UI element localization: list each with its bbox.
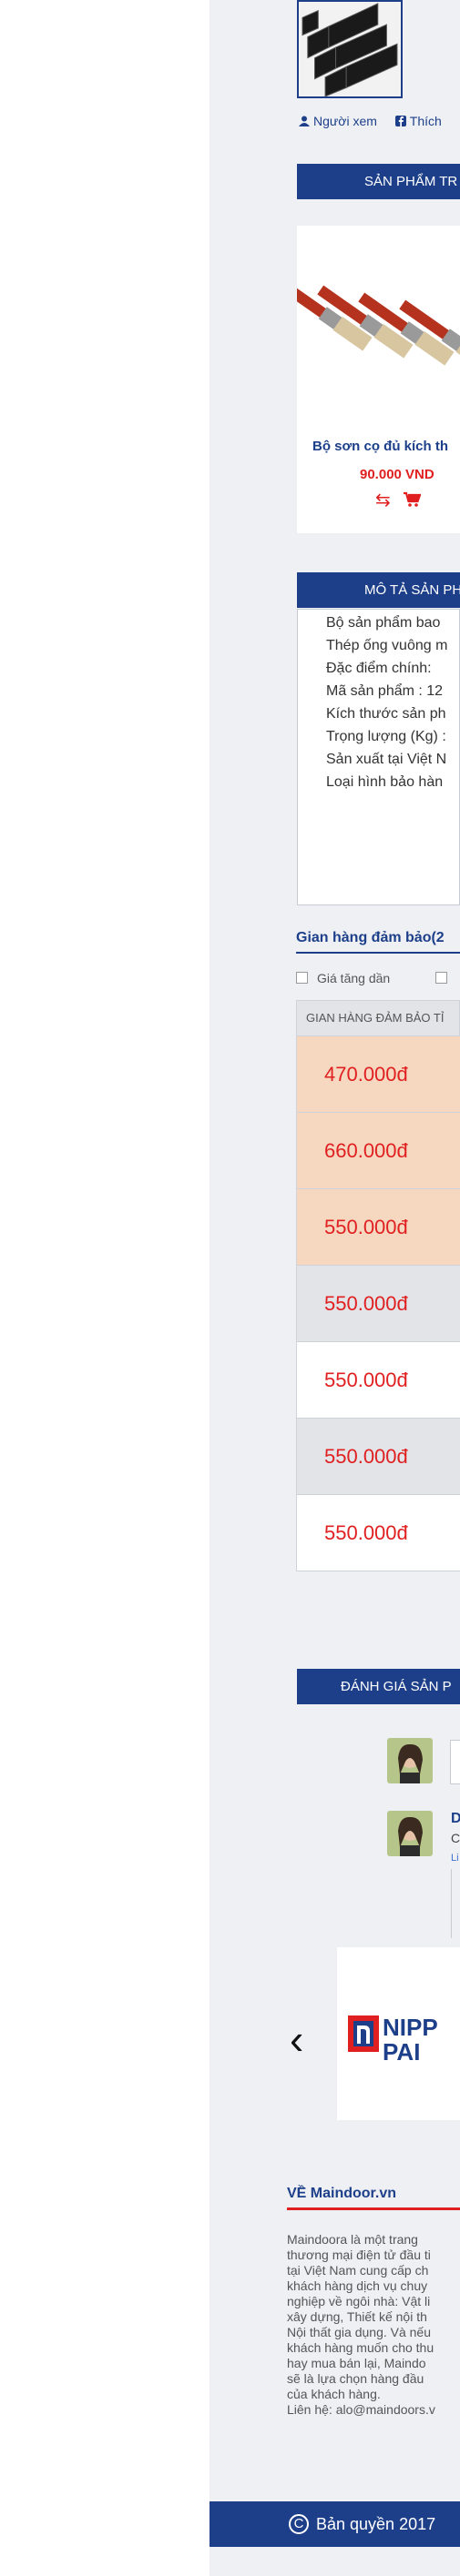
copyright-text: Bản quyền 2017	[316, 2515, 436, 2533]
description-line: Thép ống vuông m	[326, 638, 448, 653]
table-row[interactable]: 550.000đ	[296, 1495, 460, 1571]
commenter-avatar	[387, 1811, 433, 1856]
viewers-item: Người xem	[299, 114, 381, 128]
avatar	[387, 1738, 433, 1783]
user-icon	[299, 116, 310, 126]
table-row[interactable]: 550.000đ	[296, 1189, 460, 1266]
nippon-paint-logo: NIPP PAI	[348, 2014, 438, 2066]
description-header: MÔ TẢ SẢN PH	[297, 572, 460, 608]
comment-text: C	[451, 1831, 460, 1845]
sort-ascending[interactable]: Giá tăng dần	[296, 971, 390, 985]
table-row[interactable]: 550.000đ	[296, 1419, 460, 1495]
table-row[interactable]: 550.000đ	[296, 1266, 460, 1342]
carousel-prev-icon[interactable]: ‹	[290, 2018, 303, 2060]
comment-thread-line	[451, 1869, 452, 1938]
partner-logo[interactable]: NIPP PAI	[337, 1947, 460, 2120]
product-actions: ⇆	[375, 489, 422, 511]
table-row[interactable]: 550.000đ	[296, 1342, 460, 1419]
copyright-bar: C Bản quyền 2017	[210, 2501, 460, 2547]
footer-underline	[287, 2207, 460, 2210]
footer-about: Maindoora là một trang thương mại điện t…	[287, 2232, 435, 2417]
brand-line2: PAI	[383, 2038, 420, 2066]
row-price: 550.000đ	[324, 1216, 408, 1238]
product-price: 90.000 VND	[360, 467, 434, 482]
row-price: 550.000đ	[324, 1445, 408, 1468]
row-price: 550.000đ	[324, 1369, 408, 1391]
description-line: Loại hình bảo hàn	[326, 774, 444, 790]
brushes-illustration	[297, 278, 460, 373]
description-line: Sản xuất tại Việt N	[326, 752, 447, 767]
review-input[interactable]	[450, 1740, 460, 1784]
facebook-icon	[394, 116, 406, 126]
viewers-label: Người xem	[313, 114, 377, 128]
copyright-icon: C	[289, 2514, 309, 2534]
row-price: 550.000đ	[324, 1292, 408, 1315]
description-line: Mã sản phẩm : 12	[326, 683, 444, 699]
sort-other-checkbox[interactable]	[435, 972, 447, 984]
steel-tubes-image	[299, 2, 401, 96]
product-name[interactable]: Bộ sơn cọ đủ kích th	[312, 439, 448, 454]
product-thumbnail[interactable]	[297, 0, 403, 98]
paint-brushes-image[interactable]	[297, 235, 460, 408]
row-price: 660.000đ	[324, 1139, 408, 1162]
guarantee-title: Gian hàng đảm bảo(2	[296, 930, 445, 945]
description-line: Trọng lượng (Kg) :	[326, 729, 446, 744]
cart-icon[interactable]	[403, 491, 422, 508]
sort-ascending-checkbox[interactable]	[296, 972, 308, 984]
footer-title: VỀ Maindoor.vn	[287, 2186, 397, 2201]
comment-author[interactable]: D	[451, 1811, 460, 1827]
product-meta: Người xem Thích	[299, 114, 442, 128]
row-price: 470.000đ	[324, 1063, 408, 1086]
like-label: Thích	[409, 114, 442, 128]
table-row[interactable]: 470.000đ	[296, 1036, 460, 1113]
description-line: Bộ sản phẩm bao	[326, 615, 441, 631]
brand-line1: NIPP	[383, 2014, 438, 2041]
sort-ascending-label: Giá tăng dần	[317, 971, 391, 985]
sort-other[interactable]	[435, 971, 456, 985]
guarantee-table-header: GIAN HÀNG ĐẢM BẢO TỈ	[296, 1000, 460, 1036]
compare-icon[interactable]: ⇆	[375, 490, 391, 510]
like-item[interactable]: Thích	[394, 114, 442, 128]
guarantee-underline	[296, 952, 460, 954]
reviews-header: ĐÁNH GIÁ SẢN P	[297, 1669, 460, 1704]
related-products-header: SẢN PHẨM TR	[297, 164, 460, 199]
table-row[interactable]: 660.000đ	[296, 1113, 460, 1189]
description-line: Đặc điểm chính:	[326, 661, 432, 676]
description-line: Kích thước sản ph	[326, 706, 446, 722]
comment-link[interactable]: Li	[451, 1853, 459, 1864]
row-price: 550.000đ	[324, 1521, 408, 1544]
